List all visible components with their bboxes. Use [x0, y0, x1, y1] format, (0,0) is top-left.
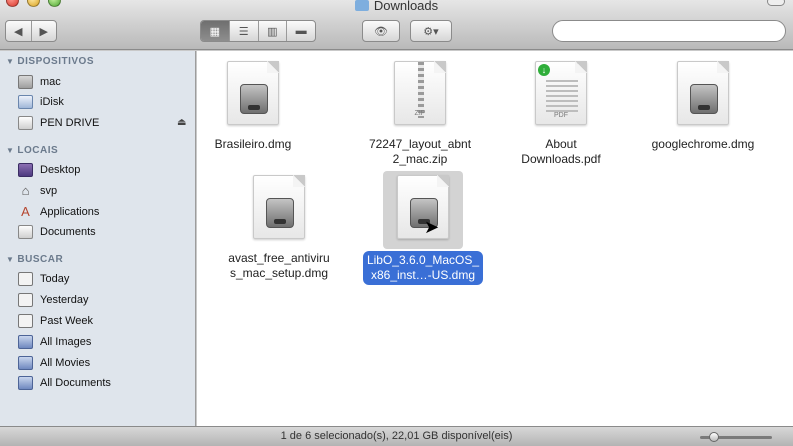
disk-image-icon: [239, 171, 319, 249]
disk-image-icon: [663, 57, 743, 135]
toolbar-toggle-button[interactable]: [767, 0, 785, 6]
column-view-button[interactable]: ▥: [257, 21, 287, 41]
file-name: About Downloads.pdf: [521, 137, 601, 166]
sidebar-item-label: Today: [40, 273, 70, 285]
file-browser: Brasileiro.dmg ZIP 72247_layout_abnt 2_ma…: [197, 51, 793, 426]
file-item-brasileiro[interactable]: Brasileiro.dmg: [183, 57, 323, 152]
smart-folder-icon: [18, 356, 33, 370]
disk-image-icon: ➤: [383, 171, 463, 249]
search-input[interactable]: [552, 20, 786, 42]
file-item-about-downloads[interactable]: ↓ PDF About Downloads.pdf: [491, 57, 631, 167]
sidebar-item-label: All Movies: [40, 357, 91, 369]
sidebar-item-label: All Documents: [40, 377, 111, 389]
sidebar-header-devices[interactable]: ▼ DISPOSITIVOS: [6, 56, 94, 67]
sidebar-item-label: svp: [40, 185, 58, 197]
window-title: Downloads: [0, 0, 793, 13]
disk-image-icon: [213, 57, 293, 135]
sidebar-item-label: iDisk: [40, 96, 64, 108]
sidebar-item-pen-drive[interactable]: PEN DRIVE: [18, 113, 99, 133]
hard-disk-icon: [18, 75, 33, 89]
zip-archive-icon: ZIP: [380, 57, 460, 135]
file-name: 72247_layout_abnt 2_mac.zip: [368, 137, 472, 166]
eye-icon: 👁: [374, 25, 388, 38]
file-item-layout-zip[interactable]: ZIP 72247_layout_abnt 2_mac.zip: [350, 57, 490, 167]
window-title-text: Downloads: [373, 0, 439, 13]
sidebar-item-all-images[interactable]: All Images: [18, 332, 91, 352]
smart-folder-icon: [18, 376, 33, 390]
view-mode-control: ▦ ☰ ▥ ▬: [200, 20, 316, 42]
home-icon: ⌂: [21, 183, 30, 198]
sidebar-item-today[interactable]: Today: [18, 269, 69, 289]
clock-icon: [18, 314, 33, 328]
mouse-cursor-icon: ➤: [424, 217, 440, 237]
status-text: 1 de 6 selecionado(s), 22,01 GB disponív…: [280, 430, 513, 442]
quick-look-button[interactable]: 👁: [362, 20, 400, 42]
sidebar-item-label: All Images: [40, 336, 92, 348]
smart-folder-icon: [18, 335, 33, 349]
icon-view-button[interactable]: ▦: [201, 21, 229, 41]
file-item-libreoffice[interactable]: ➤ LibO_3.6.0_MacOS_ x86_inst…-US.dmg: [353, 171, 493, 285]
coverflow-view-button[interactable]: ▬: [286, 21, 315, 41]
file-name: LibO_3.6.0_MacOS_ x86_inst…-US.dmg: [362, 251, 484, 285]
sidebar-item-all-documents[interactable]: All Documents: [18, 373, 111, 393]
status-bar: 1 de 6 selecionado(s), 22,01 GB disponív…: [0, 426, 793, 446]
sidebar-item-yesterday[interactable]: Yesterday: [18, 290, 89, 310]
pdf-icon: ↓ PDF: [521, 57, 601, 135]
clock-icon: [18, 293, 33, 307]
usb-drive-icon: [18, 116, 33, 130]
sidebar-item-label: Applications: [40, 206, 100, 218]
list-view-button[interactable]: ☰: [228, 21, 258, 41]
sidebar-item-label: PEN DRIVE: [40, 117, 100, 129]
sidebar-item-desktop[interactable]: Desktop: [18, 160, 80, 180]
applications-icon: A: [21, 204, 30, 219]
folder-icon: [354, 0, 369, 11]
sidebar-item-past-week[interactable]: Past Week: [18, 311, 93, 331]
icon-size-slider[interactable]: [700, 432, 772, 442]
action-menu-button[interactable]: ⚙▾: [410, 20, 452, 42]
sidebar-item-label: Desktop: [40, 164, 81, 176]
sidebar-header-places[interactable]: ▼ LOCAIS: [6, 145, 58, 156]
sidebar-item-label: mac: [40, 76, 61, 88]
file-item-avast[interactable]: avast_free_antiviru s_mac_setup.dmg: [209, 171, 349, 281]
sidebar-item-label: Past Week: [40, 315, 93, 327]
sidebar-item-label: Yesterday: [40, 294, 89, 306]
sidebar-item-all-movies[interactable]: All Movies: [18, 353, 90, 373]
file-name: googlechrome.dmg: [651, 137, 755, 151]
clock-icon: [18, 272, 33, 286]
file-name: avast_free_antiviru s_mac_setup.dmg: [228, 251, 330, 280]
sidebar-item-idisk[interactable]: iDisk: [18, 92, 64, 112]
forward-button[interactable]: ▶: [30, 21, 57, 41]
sidebar-item-label: Documents: [40, 226, 96, 238]
back-forward-control: ◀ ▶: [5, 20, 57, 42]
file-item-googlechrome[interactable]: googlechrome.dmg: [633, 57, 773, 152]
sidebar-item-applications[interactable]: A Applications: [18, 202, 99, 222]
sidebar-item-documents[interactable]: Documents: [18, 222, 96, 242]
gear-icon: ⚙▾: [423, 25, 439, 38]
back-button[interactable]: ◀: [6, 21, 31, 41]
desktop-icon: [18, 163, 33, 177]
sidebar-item-mac[interactable]: mac: [18, 72, 61, 92]
sidebar-header-search[interactable]: ▼ BUSCAR: [6, 254, 63, 265]
file-name: Brasileiro.dmg: [214, 137, 292, 151]
idisk-icon: [18, 95, 33, 109]
sidebar-item-svp[interactable]: ⌂ svp: [18, 181, 58, 201]
documents-icon: [18, 225, 33, 239]
sidebar: ▼ DISPOSITIVOS mac iDisk PEN DRIVE ⏏ ▼ LOC…: [0, 51, 196, 426]
